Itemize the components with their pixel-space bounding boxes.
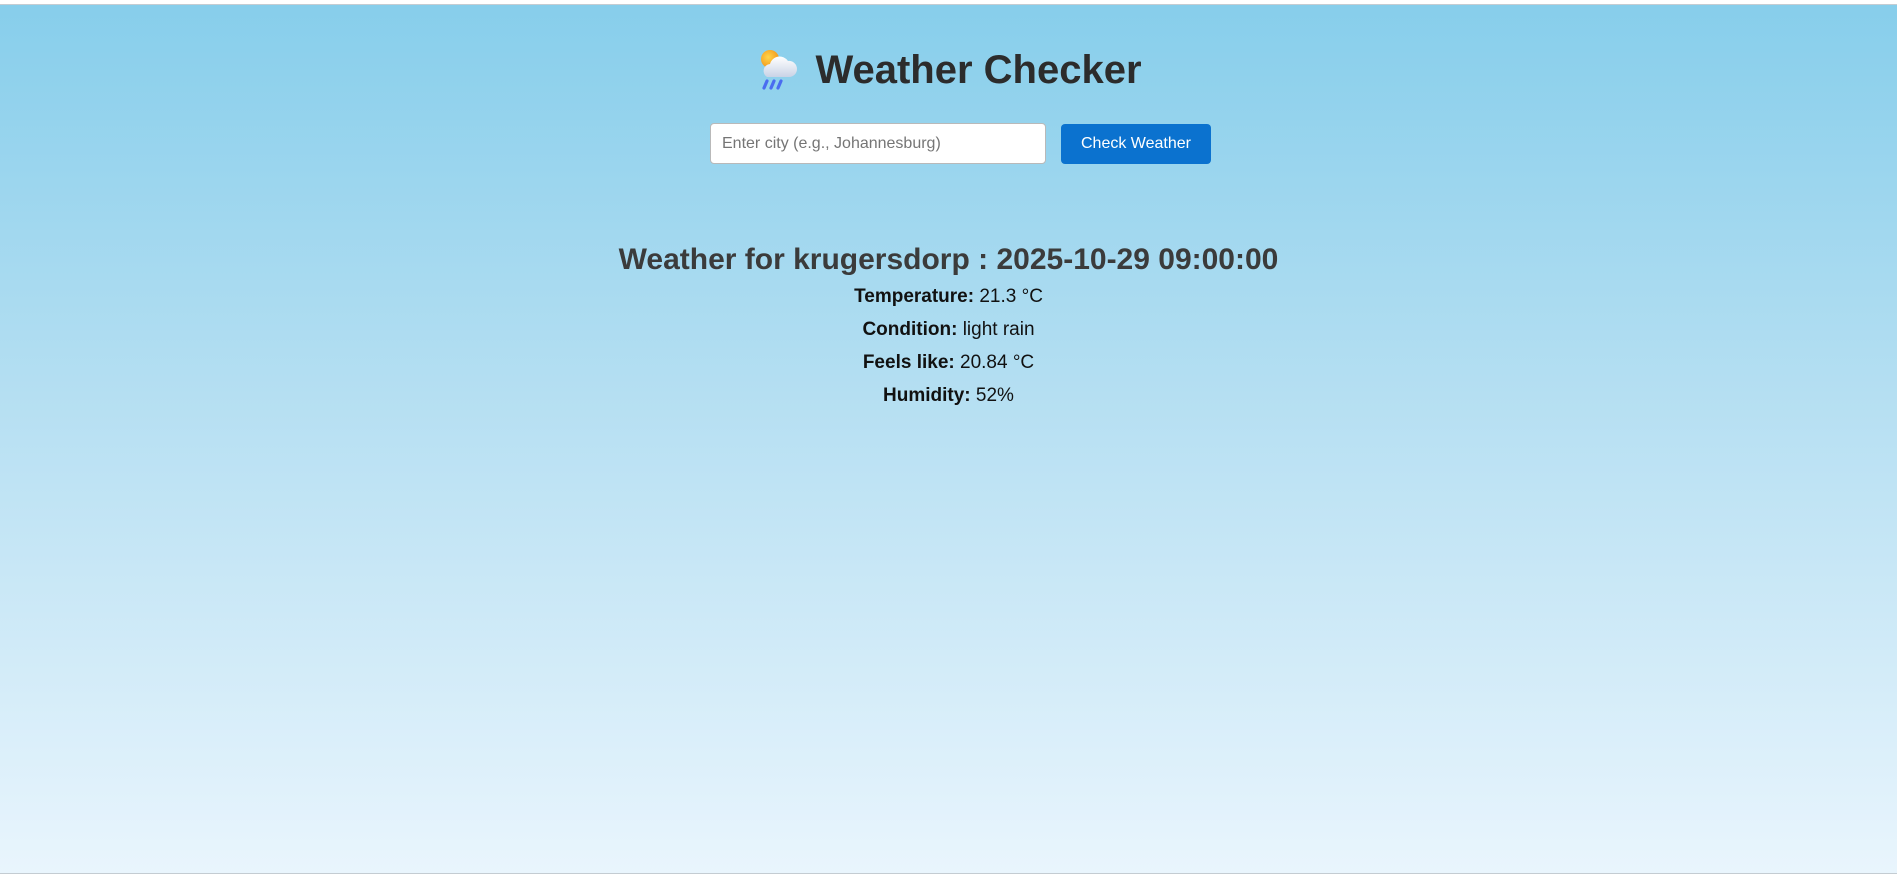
humidity-label: Humidity: (883, 385, 976, 406)
city-search-input[interactable] (710, 123, 1046, 164)
weather-result: Weather for krugersdorp : 2025-10-29 09:… (0, 243, 1897, 412)
app-header: Weather Checker (0, 47, 1897, 93)
humidity-row: Humidity: 52% (0, 379, 1897, 412)
feels-like-row: Feels like: 20.84 °C (0, 346, 1897, 379)
temperature-label: Temperature: (854, 286, 980, 307)
humidity-value: 52% (975, 385, 1014, 406)
sun-behind-rain-cloud-icon (761, 50, 798, 90)
temperature-row: Temperature: 21.3 °C (0, 280, 1897, 313)
condition-value: light rain (962, 319, 1035, 340)
page-background: Weather Checker Check Weather Weather fo… (0, 4, 1897, 874)
feels-like-label: Feels like: (862, 352, 960, 373)
temperature-value: 21.3 °C (979, 286, 1043, 307)
condition-label: Condition: (862, 319, 963, 340)
feels-like-value: 20.84 °C (960, 352, 1035, 373)
condition-row: Condition: light rain (0, 313, 1897, 346)
page-title: Weather Checker (815, 47, 1142, 92)
result-heading: Weather for krugersdorp : 2025-10-29 09:… (618, 243, 1279, 276)
search-bar: Check Weather (0, 123, 1897, 164)
check-weather-button[interactable]: Check Weather (1061, 123, 1211, 164)
